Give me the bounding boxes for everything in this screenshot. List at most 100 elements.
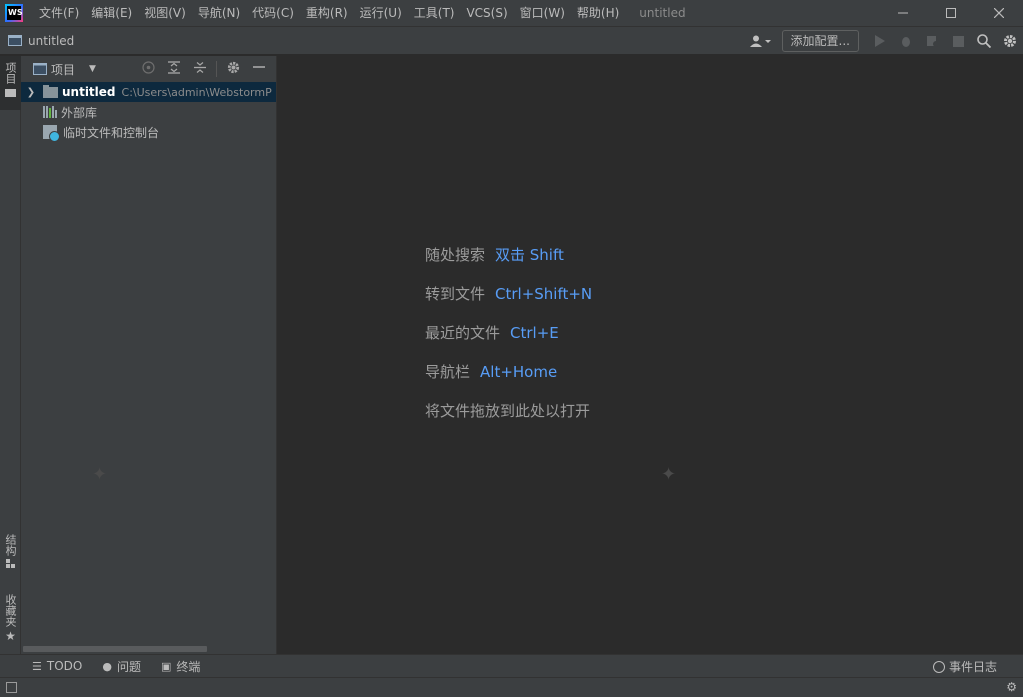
breadcrumb[interactable]: untitled [8, 34, 74, 48]
panel-gear-icon[interactable] [220, 61, 246, 78]
crosshair-icon: ✦ [661, 464, 677, 485]
crosshair-icon: ✦ [92, 464, 108, 485]
bug-icon [902, 37, 910, 47]
webstorm-logo-icon: WS [5, 4, 23, 22]
debug-button[interactable] [893, 27, 919, 55]
stop-icon [952, 35, 964, 47]
window-title: untitled [639, 6, 686, 20]
menu-refactor[interactable]: 重构(R) [300, 0, 354, 26]
event-log-label: 事件日志 [948, 660, 997, 674]
tool-tab-terminal-label: 终端 [176, 659, 201, 674]
tree-item-name: untitled [62, 85, 116, 99]
menu-help[interactable]: 帮助(H) [571, 0, 625, 26]
hint-shortcut[interactable]: Ctrl+Shift+N [495, 285, 592, 303]
coverage-icon [927, 36, 938, 47]
list-icon: ☰ [32, 659, 42, 673]
hide-panel-icon[interactable] [246, 61, 272, 77]
project-panel-title[interactable]: 项目 [51, 61, 75, 78]
hint-navigation-bar: 导航栏 Alt+Home [425, 361, 557, 382]
navbar-toolbar: 添加配置... [744, 27, 1023, 55]
project-view-icon [33, 63, 47, 75]
menu-edit[interactable]: 编辑(E) [85, 0, 138, 26]
tool-tab-project-label: 项目 [4, 62, 17, 84]
search-icon [977, 34, 991, 48]
menu-navigate[interactable]: 导航(N) [192, 0, 246, 26]
tree-item-name: 临时文件和控制台 [63, 125, 160, 140]
folder-icon [5, 89, 16, 97]
tree-row-project-root[interactable]: ❯ untitled C:\Users\admin\WebstormP [21, 82, 276, 102]
tool-tab-terminal[interactable]: ▣ 终端 [161, 658, 200, 675]
hint-search-everywhere: 随处搜索 双击 Shift [425, 244, 564, 265]
close-button[interactable] [975, 0, 1023, 26]
chevron-down-icon[interactable]: ▼ [89, 64, 96, 74]
toggle-tool-windows-icon[interactable] [6, 682, 17, 693]
tool-tab-problems[interactable]: ● 问题 [102, 658, 141, 675]
project-tool-window: 项目 ▼ ❯ untitled C:\Users\admin\WebstormP… [21, 56, 277, 654]
menu-run[interactable]: 运行(U) [354, 0, 408, 26]
event-log-button[interactable]: 事件日志 [932, 655, 997, 678]
hint-label: 最近的文件 [425, 324, 501, 342]
hint-label: 导航栏 [425, 363, 471, 381]
tool-tab-todo[interactable]: ☰ TODO [32, 659, 82, 673]
user-menu-button[interactable] [744, 27, 778, 55]
star-icon: ★ [5, 629, 16, 643]
tool-tab-problems-label: 问题 [116, 659, 141, 674]
folder-icon [43, 84, 58, 98]
project-tree: ❯ untitled C:\Users\admin\WebstormP 外部库 … [21, 82, 276, 142]
navigation-bar: untitled 添加配置... [0, 26, 1023, 55]
hint-recent-files: 最近的文件 Ctrl+E [425, 322, 559, 343]
hint-shortcut[interactable]: Alt+Home [480, 363, 557, 381]
status-settings-icon[interactable]: ⚙ [1006, 680, 1017, 694]
editor-area[interactable]: 随处搜索 双击 Shift 转到文件 Ctrl+Shift+N 最近的文件 Ctrl+… [278, 56, 1023, 654]
tree-item-name: 外部库 [61, 105, 98, 120]
horizontal-scrollbar[interactable] [23, 646, 207, 652]
stop-button[interactable] [945, 27, 971, 55]
chevron-right-icon[interactable]: ❯ [23, 87, 39, 98]
scratch-file-icon [43, 125, 60, 142]
bottom-tool-bar: ☰ TODO ● 问题 ▣ 终端 事件日志 [0, 654, 1023, 677]
toolbar-separator [216, 61, 217, 77]
run-icon [875, 35, 885, 47]
menu-window[interactable]: 窗口(W) [514, 0, 571, 26]
menu-code[interactable]: 代码(C) [246, 0, 300, 26]
user-icon [749, 35, 771, 47]
menu-tools[interactable]: 工具(T) [408, 0, 461, 26]
hint-shortcut[interactable]: 双击 Shift [495, 246, 564, 264]
hint-goto-file: 转到文件 Ctrl+Shift+N [425, 283, 592, 304]
coverage-button[interactable] [919, 27, 945, 55]
project-panel-header: 项目 ▼ [21, 56, 276, 82]
tree-row-external-libraries[interactable]: 外部库 [21, 102, 276, 122]
add-configuration-button[interactable]: 添加配置... [781, 30, 859, 52]
menu-file[interactable]: 文件(F) [33, 0, 85, 26]
hint-label: 随处搜索 [425, 246, 486, 264]
run-button[interactable] [867, 27, 893, 55]
tool-tab-favorites[interactable]: 收藏夹 ★ [0, 594, 21, 648]
hint-drop-files: 将文件拖放到此处以打开 [425, 400, 590, 421]
breadcrumb-project[interactable]: untitled [28, 34, 74, 48]
locate-file-icon[interactable] [135, 60, 161, 78]
structure-icon [5, 559, 15, 568]
project-panel-tools [135, 56, 272, 82]
library-icon [43, 106, 57, 118]
settings-button[interactable] [997, 27, 1023, 55]
close-icon [994, 8, 1004, 18]
hint-label: 转到文件 [425, 285, 486, 303]
expand-all-icon[interactable] [161, 60, 187, 78]
tree-row-scratches[interactable]: 临时文件和控制台 [21, 122, 276, 142]
minimize-button[interactable] [879, 0, 927, 26]
tree-item-path: C:\Users\admin\WebstormP [121, 85, 272, 99]
menu-vcs[interactable]: VCS(S) [460, 0, 513, 26]
search-everywhere-button[interactable] [971, 27, 997, 55]
minimize-icon [898, 12, 908, 14]
status-bar: ⚙ [0, 677, 1023, 697]
maximize-button[interactable] [927, 0, 975, 26]
left-tool-stripe: 项目 结构 收藏夹 ★ [0, 56, 21, 654]
collapse-all-icon[interactable] [187, 61, 213, 78]
tool-tab-todo-label: TODO [46, 659, 83, 673]
tool-tab-structure[interactable]: 结构 [0, 534, 21, 582]
main-menu: 文件(F) 编辑(E) 视图(V) 导航(N) 代码(C) 重构(R) 运行(U… [33, 0, 625, 26]
menu-view[interactable]: 视图(V) [138, 0, 192, 26]
tool-tab-project[interactable]: 项目 [0, 56, 21, 110]
hint-shortcut[interactable]: Ctrl+E [510, 324, 559, 342]
terminal-icon: ▣ [160, 659, 172, 673]
